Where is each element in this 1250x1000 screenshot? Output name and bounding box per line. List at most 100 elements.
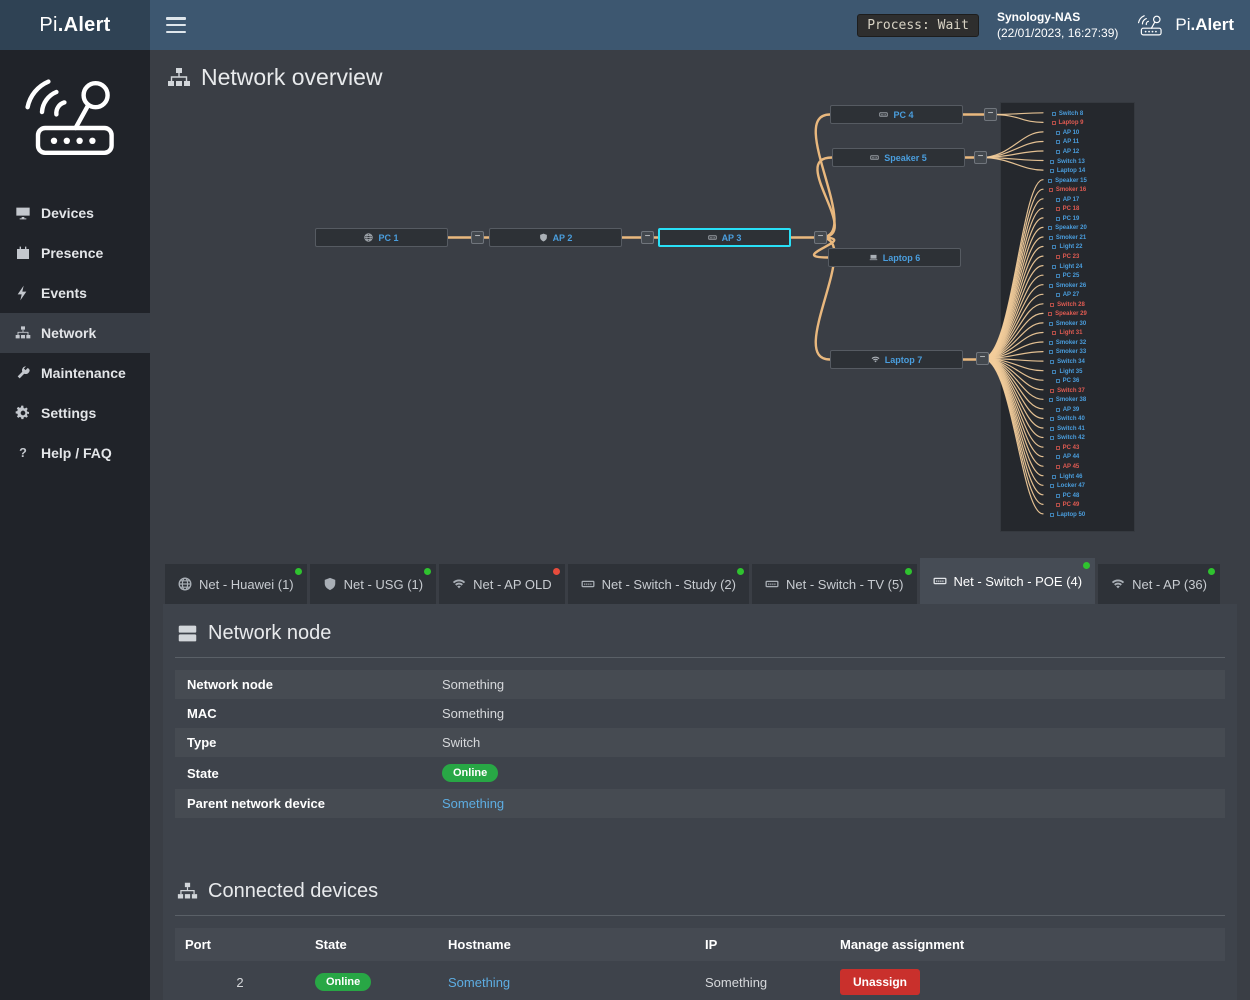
device-label: Switch 37 bbox=[1057, 388, 1085, 394]
device-label: AP 27 bbox=[1063, 292, 1080, 298]
sidebar-item-devices[interactable]: Devices bbox=[0, 193, 150, 233]
panel-device-speaker-29[interactable]: Speaker 29 bbox=[1001, 309, 1134, 319]
panel-device-light-46[interactable]: Light 46 bbox=[1001, 472, 1134, 482]
panel-device-switch-34[interactable]: Switch 34 bbox=[1001, 357, 1134, 367]
device-label: PC 48 bbox=[1063, 493, 1080, 499]
sidebar-item-presence[interactable]: Presence bbox=[0, 233, 150, 273]
panel-device-light-24[interactable]: Light 24 bbox=[1001, 262, 1134, 272]
diagram-node-ap-2[interactable]: AP 2 bbox=[489, 228, 622, 247]
panel-device-smoker-32[interactable]: Smoker 32 bbox=[1001, 338, 1134, 348]
wrench-icon bbox=[15, 365, 31, 381]
tab-net-switch-tv-5[interactable]: Net - Switch - TV (5) bbox=[752, 564, 917, 604]
device-label: PC 18 bbox=[1063, 206, 1080, 212]
brand-text-pi: Pi bbox=[39, 14, 57, 37]
collapse-toggle[interactable]: − bbox=[641, 231, 654, 244]
panel-device-smoker-38[interactable]: Smoker 38 bbox=[1001, 395, 1134, 405]
brand-logo[interactable]: Pi.Alert bbox=[0, 0, 150, 50]
tab-net-ap-old[interactable]: Net - AP OLD bbox=[439, 564, 565, 604]
collapse-toggle[interactable]: − bbox=[984, 108, 997, 121]
device-icon bbox=[1056, 408, 1060, 412]
tab-net-ap-36[interactable]: Net - AP (36) bbox=[1098, 564, 1220, 604]
panel-device-switch-41[interactable]: Switch 41 bbox=[1001, 424, 1134, 434]
panel-device-smoker-26[interactable]: Smoker 26 bbox=[1001, 281, 1134, 291]
sidebar-item-events[interactable]: Events bbox=[0, 273, 150, 313]
panel-device-speaker-15[interactable]: Speaker 15 bbox=[1001, 176, 1134, 186]
panel-device-ap-17[interactable]: AP 17 bbox=[1001, 195, 1134, 205]
router-logo-icon bbox=[18, 72, 130, 160]
info-label: State bbox=[175, 757, 430, 789]
panel-device-ap-44[interactable]: AP 44 bbox=[1001, 453, 1134, 463]
panel-device-ap-12[interactable]: AP 12 bbox=[1001, 147, 1134, 157]
panel-device-ap-39[interactable]: AP 39 bbox=[1001, 405, 1134, 415]
panel-device-light-22[interactable]: Light 22 bbox=[1001, 243, 1134, 253]
panel-device-pc-18[interactable]: PC 18 bbox=[1001, 204, 1134, 214]
network-node-panel: Network node Network nodeSomethingMACSom… bbox=[163, 604, 1237, 1000]
collapse-toggle[interactable]: − bbox=[976, 352, 989, 365]
sidebar-item-maintenance[interactable]: Maintenance bbox=[0, 353, 150, 393]
info-value: Something bbox=[430, 789, 1225, 818]
panel-device-switch-40[interactable]: Switch 40 bbox=[1001, 415, 1134, 425]
diagram-node-laptop-6[interactable]: Laptop 6 bbox=[828, 248, 961, 267]
panel-device-laptop-50[interactable]: Laptop 50 bbox=[1001, 510, 1134, 520]
sidebar-item-label: Help / FAQ bbox=[41, 445, 112, 461]
panel-device-smoker-30[interactable]: Smoker 30 bbox=[1001, 319, 1134, 329]
device-icon bbox=[1052, 475, 1056, 479]
host-timestamp: (22/01/2023, 16:27:39) bbox=[997, 25, 1118, 41]
panel-device-locker-47[interactable]: Locker 47 bbox=[1001, 481, 1134, 491]
panel-device-pc-25[interactable]: PC 25 bbox=[1001, 271, 1134, 281]
sidebar-item-network[interactable]: Network bbox=[0, 313, 150, 353]
panel-device-laptop-9[interactable]: Laptop 9 bbox=[1001, 119, 1134, 129]
panel-device-pc-19[interactable]: PC 19 bbox=[1001, 214, 1134, 224]
device-icon bbox=[1048, 312, 1052, 316]
hamburger-menu-icon[interactable] bbox=[166, 17, 186, 33]
collapse-toggle[interactable]: − bbox=[974, 151, 987, 164]
tab-label: Net - Switch - TV (5) bbox=[786, 577, 904, 592]
device-label: AP 45 bbox=[1063, 464, 1080, 470]
panel-device-pc-36[interactable]: PC 36 bbox=[1001, 376, 1134, 386]
panel-device-switch-28[interactable]: Switch 28 bbox=[1001, 300, 1134, 310]
panel-device-smoker-21[interactable]: Smoker 21 bbox=[1001, 233, 1134, 243]
network-tab-bar: Net - Huawei (1)Net - USG (1)Net - AP OL… bbox=[165, 558, 1235, 604]
panel-device-ap-10[interactable]: AP 10 bbox=[1001, 128, 1134, 138]
hostname-link[interactable]: Something bbox=[448, 975, 510, 990]
device-icon bbox=[1050, 389, 1054, 393]
panel-device-light-35[interactable]: Light 35 bbox=[1001, 367, 1134, 377]
panel-device-pc-49[interactable]: PC 49 bbox=[1001, 500, 1134, 510]
panel-device-switch-13[interactable]: Switch 13 bbox=[1001, 157, 1134, 167]
panel-device-pc-48[interactable]: PC 48 bbox=[1001, 491, 1134, 501]
device-label: AP 44 bbox=[1063, 454, 1080, 460]
sidebar-item-help-faq[interactable]: Help / FAQ bbox=[0, 433, 150, 473]
panel-device-laptop-14[interactable]: Laptop 14 bbox=[1001, 166, 1134, 176]
device-label: Laptop 9 bbox=[1059, 120, 1084, 126]
panel-device-switch-8[interactable]: Switch 8 bbox=[1001, 109, 1134, 119]
tab-net-switch-study-2[interactable]: Net - Switch - Study (2) bbox=[568, 564, 749, 604]
unassign-button[interactable]: Unassign bbox=[840, 969, 920, 995]
diagram-node-speaker-5[interactable]: Speaker 5 bbox=[832, 148, 965, 167]
panel-device-light-31[interactable]: Light 31 bbox=[1001, 329, 1134, 339]
device-label: Smoker 21 bbox=[1056, 235, 1086, 241]
panel-device-speaker-20[interactable]: Speaker 20 bbox=[1001, 224, 1134, 234]
panel-device-ap-11[interactable]: AP 11 bbox=[1001, 138, 1134, 148]
tab-net-switch-poe-4[interactable]: Net - Switch - POE (4) bbox=[920, 558, 1096, 604]
diagram-node-pc-1[interactable]: PC 1 bbox=[315, 228, 448, 247]
collapse-toggle[interactable]: − bbox=[814, 231, 827, 244]
panel-device-pc-23[interactable]: PC 23 bbox=[1001, 252, 1134, 262]
tab-net-usg-1[interactable]: Net - USG (1) bbox=[310, 564, 436, 604]
panel-device-switch-37[interactable]: Switch 37 bbox=[1001, 386, 1134, 396]
shield-icon bbox=[539, 233, 548, 242]
device-icon bbox=[1056, 207, 1060, 211]
parent-device-link[interactable]: Something bbox=[442, 796, 504, 811]
diagram-node-ap-3[interactable]: AP 3 bbox=[658, 228, 791, 247]
device-label: Speaker 15 bbox=[1055, 178, 1087, 184]
diagram-node-laptop-7[interactable]: Laptop 7 bbox=[830, 350, 963, 369]
diagram-node-pc-4[interactable]: PC 4 bbox=[830, 105, 963, 124]
sidebar-item-settings[interactable]: Settings bbox=[0, 393, 150, 433]
collapse-toggle[interactable]: − bbox=[471, 231, 484, 244]
tab-net-huawei-1[interactable]: Net - Huawei (1) bbox=[165, 564, 307, 604]
panel-device-pc-43[interactable]: PC 43 bbox=[1001, 443, 1134, 453]
panel-device-smoker-33[interactable]: Smoker 33 bbox=[1001, 348, 1134, 358]
panel-device-ap-45[interactable]: AP 45 bbox=[1001, 462, 1134, 472]
panel-device-smoker-16[interactable]: Smoker 16 bbox=[1001, 185, 1134, 195]
panel-device-switch-42[interactable]: Switch 42 bbox=[1001, 434, 1134, 444]
panel-device-ap-27[interactable]: AP 27 bbox=[1001, 290, 1134, 300]
